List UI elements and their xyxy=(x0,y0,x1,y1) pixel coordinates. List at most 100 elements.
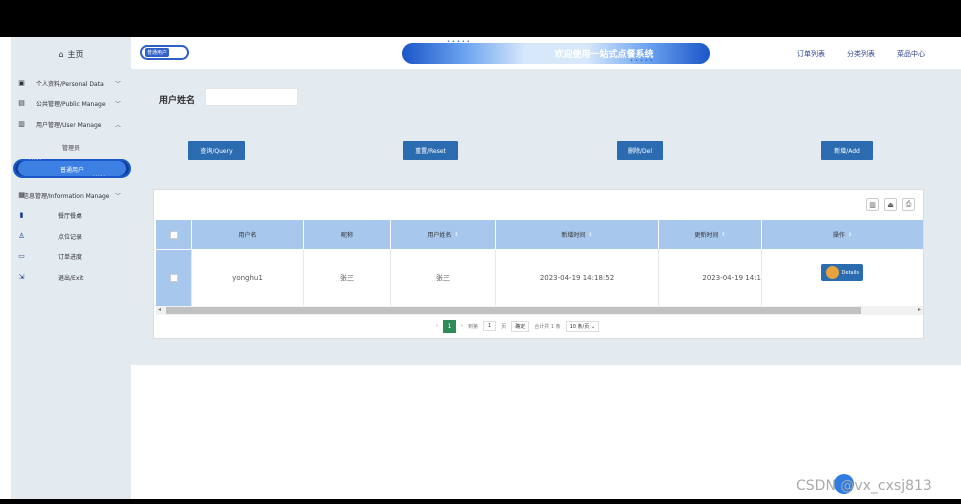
top-black-band xyxy=(0,0,961,37)
sort-icon[interactable]: ⇕ xyxy=(454,232,458,238)
nav-order-list[interactable]: 订单列表 xyxy=(797,49,825,59)
page-input[interactable]: 1 xyxy=(483,321,497,331)
header-bar: 普通用户 ••••• 欢迎使用一站式点餐系统 ••••• 订单列表 分类列表 菜… xyxy=(131,37,961,69)
row-checkbox[interactable] xyxy=(169,274,178,282)
menu-label: 信息管理/Information Manage xyxy=(23,192,110,200)
sub-item-label: 管理员 xyxy=(61,144,80,152)
header-updated[interactable]: 更新时间 ⇕ xyxy=(659,220,762,249)
cell-username: yonghu1 xyxy=(192,250,304,306)
nav-category-list[interactable]: 分类列表 xyxy=(847,49,875,59)
scroll-left-icon[interactable]: ◂ xyxy=(158,306,161,313)
details-button[interactable]: Details xyxy=(821,264,863,281)
bookmark-icon: ▮ xyxy=(19,211,24,219)
sub-item-label: 订单进度 xyxy=(58,253,83,261)
add-button[interactable]: 新增/Add xyxy=(821,141,873,160)
home-icon: ⌂ xyxy=(58,49,64,59)
cell-realname: 张三 xyxy=(391,250,496,306)
sub-item-orders[interactable]: ▭ 订单进度 xyxy=(11,248,131,264)
decor-dots: ••••• xyxy=(630,58,655,64)
page-size-select[interactable]: 10 条/页 ⌄ xyxy=(565,320,600,332)
sub-item-label: 退出/Exit xyxy=(58,274,84,282)
home-link[interactable]: ⌂ 主页 xyxy=(11,37,131,71)
cursor-hand-icon xyxy=(826,266,839,279)
header-nickname[interactable]: 昵称 xyxy=(304,220,391,249)
delete-button[interactable]: 删除/Del xyxy=(617,141,663,160)
header-action[interactable]: 操作 ⇕ xyxy=(762,220,923,249)
cell-created: 2023-04-19 14:18:52 xyxy=(496,250,659,306)
select-all-cell xyxy=(156,220,192,249)
sort-icon[interactable]: ⇕ xyxy=(721,232,725,238)
details-label: Details xyxy=(841,269,859,276)
cell-updated: 2023-04-19 14:1 xyxy=(659,250,762,306)
menu-user-manage[interactable]: ▥ 用户管理/User Manage ︿ xyxy=(11,116,131,132)
page-title: 欢迎使用一站式点餐系统 xyxy=(554,50,654,60)
main-content: 用户姓名 查询/Query 重置/Reset 删除/Del 新增/Add ▥ ⏏… xyxy=(131,69,961,365)
menu-label: 个人资料/Personal Data xyxy=(36,80,104,88)
table-card: ▥ ⏏ ⎙ 用户名 昵称 用户姓名 ⇕ 新增时间 ⇕ 更新时间 ⇕ 操作 ⇕ yongh… xyxy=(153,189,924,339)
total-count: 合计共 1 条 xyxy=(534,323,561,330)
query-button[interactable]: 查询/Query xyxy=(188,141,245,160)
decor-dots: ····· xyxy=(29,157,42,163)
next-page-icon[interactable]: › xyxy=(461,323,463,329)
home-label: 主页 xyxy=(67,49,84,59)
sub-item-tables[interactable]: ▮ 餐厅餐桌 xyxy=(11,207,131,223)
prev-page-icon[interactable]: ‹ xyxy=(436,323,438,329)
pagination: ‹ 1 › 到第 1 页 确定 合计共 1 条 10 条/页 ⌄ xyxy=(436,319,600,333)
document-icon: ▤ xyxy=(18,99,25,107)
profile-icon: ▣ xyxy=(18,79,25,87)
watermark: CSDN @vx_cxsj813 xyxy=(796,478,932,494)
menu-personal-data[interactable]: ▣ 个人资料/Personal Data ﹀ xyxy=(11,75,131,91)
sub-item-exit[interactable]: ⇲ 退出/Exit xyxy=(11,269,131,285)
sort-icon[interactable]: ⇕ xyxy=(588,232,592,238)
person-icon: ♙ xyxy=(18,232,25,240)
chevron-down-icon: ﹀ xyxy=(115,100,122,108)
username-label: 用户姓名 xyxy=(159,96,196,106)
decor-dots: ····· xyxy=(93,173,106,179)
reset-button[interactable]: 重置/Reset xyxy=(403,141,458,160)
sub-item-records[interactable]: ♙ 点位记录 xyxy=(11,228,131,244)
table-header: 用户名 昵称 用户姓名 ⇕ 新增时间 ⇕ 更新时间 ⇕ 操作 ⇕ xyxy=(156,220,923,249)
export-icon[interactable]: ⏏ xyxy=(884,198,897,211)
breadcrumb-tag: 普通用户 xyxy=(145,48,170,57)
select-all-checkbox[interactable] xyxy=(169,230,178,239)
app-window: ⌂ 主页 ▣ 个人资料/Personal Data ﹀ ▤ 公共管理/Publi… xyxy=(0,0,961,504)
chevron-down-icon: ﹀ xyxy=(115,192,122,200)
page-1-button[interactable]: 1 xyxy=(443,319,456,333)
scroll-thumb[interactable] xyxy=(166,307,861,314)
table-row: yonghu1 张三 张三 2023-04-19 14:18:52 2023-0… xyxy=(156,250,923,306)
cell-nickname: 张三 xyxy=(304,250,391,306)
username-input[interactable] xyxy=(205,88,298,106)
sort-icon[interactable]: ⇕ xyxy=(848,232,852,238)
row-select-cell xyxy=(156,250,192,306)
calendar-icon: ▭ xyxy=(18,252,25,260)
sub-item-label: 点位记录 xyxy=(58,233,83,241)
title-banner: ••••• 欢迎使用一站式点餐系统 ••••• xyxy=(402,39,710,64)
menu-public-manage[interactable]: ▤ 公共管理/Public Manage ﹀ xyxy=(11,95,131,111)
sub-item-label: 普通用户 xyxy=(59,167,84,174)
sidebar: ⌂ 主页 ▣ 个人资料/Personal Data ﹀ ▤ 公共管理/Publi… xyxy=(11,37,131,499)
header-created[interactable]: 新增时间 ⇕ xyxy=(496,220,659,249)
bottom-black-band xyxy=(0,499,961,504)
decor-dots: ••••• xyxy=(447,39,472,45)
header-username[interactable]: 用户名 xyxy=(192,220,304,249)
header-realname[interactable]: 用户姓名 ⇕ xyxy=(391,220,496,249)
chevron-up-icon: ︿ xyxy=(115,121,122,129)
nav-dish-center[interactable]: 菜品中心 xyxy=(897,49,925,59)
columns-icon[interactable]: ▥ xyxy=(866,198,879,211)
horizontal-scrollbar[interactable]: ◂ ▸ xyxy=(156,306,923,315)
menu-label: 用户管理/User Manage xyxy=(36,121,102,129)
chevron-down-icon: ⌄ xyxy=(590,323,596,330)
sub-item-admin[interactable]: 管理员 xyxy=(11,140,131,154)
menu-label: 公共管理/Public Manage xyxy=(36,100,106,108)
goto-label: 到第 xyxy=(468,323,479,330)
confirm-button[interactable]: 确定 xyxy=(511,320,530,332)
sub-item-normal-user-active[interactable]: ····· 普通用户 ····· xyxy=(13,157,131,179)
breadcrumb[interactable]: 普通用户 xyxy=(140,45,189,60)
scroll-right-icon[interactable]: ▸ xyxy=(918,306,921,313)
menu-information-manage[interactable]: ▦ 信息管理/Information Manage ﹀ xyxy=(11,187,131,203)
sub-item-label: 餐厅餐桌 xyxy=(58,212,83,220)
exit-icon: ⇲ xyxy=(18,273,25,281)
page-unit: 页 xyxy=(501,323,507,330)
print-icon[interactable]: ⎙ xyxy=(902,198,915,211)
chevron-down-icon: ﹀ xyxy=(115,80,122,88)
